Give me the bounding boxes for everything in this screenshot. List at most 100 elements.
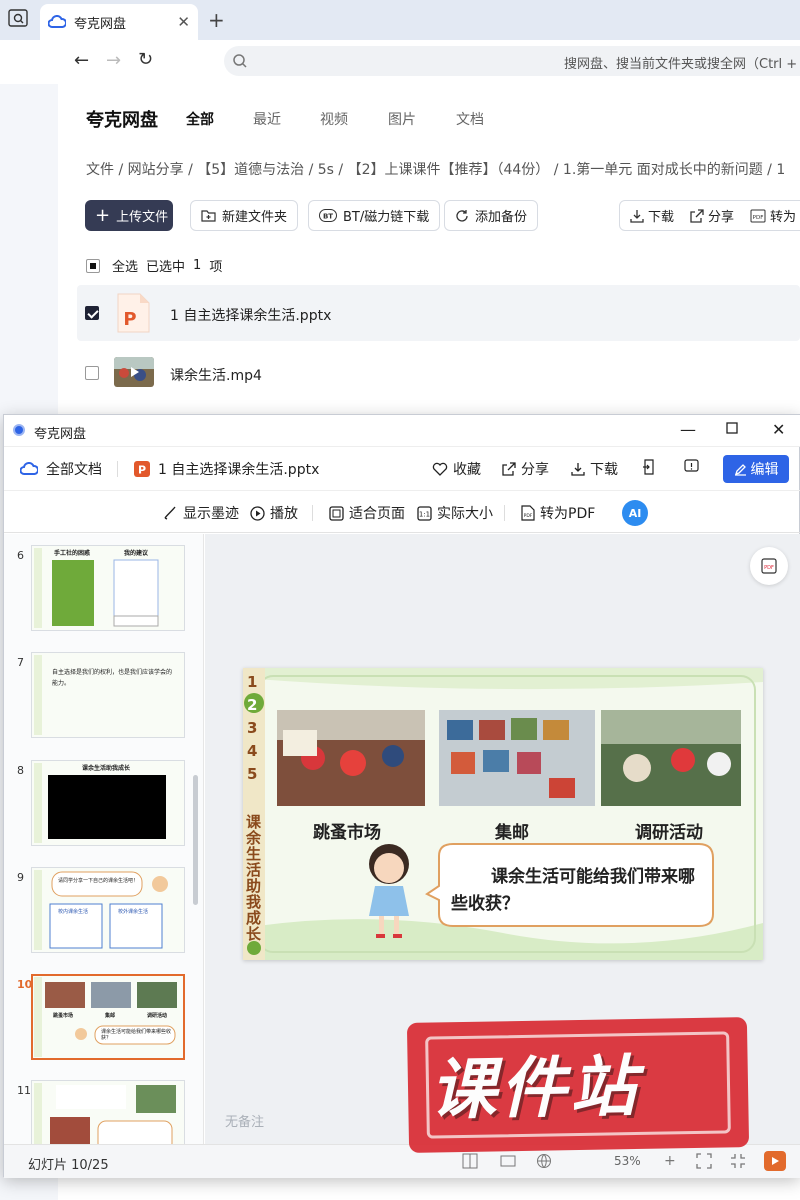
new-folder-label: 新建文件夹 <box>222 210 288 225</box>
tab-document[interactable]: 文档 <box>456 109 484 129</box>
breadcrumb[interactable]: 文件 / 网站分享 / 【5】道德与法治 / 5s / 【2】上课课件【推荐】（… <box>86 159 785 179</box>
search-input[interactable]: 搜网盘、搜当前文件夹或搜全网（Ctrl + F <box>224 46 800 76</box>
file-row[interactable]: P 1 自主选择课余生活.pptx <box>77 285 800 341</box>
file-name[interactable]: 1 自主选择课余生活.pptx <box>170 305 331 325</box>
all-docs-label: 全部文档 <box>46 462 102 478</box>
upload-button[interactable]: + 上传文件 <box>85 200 173 231</box>
convert-pdf-button[interactable]: PDF 转为 <box>750 206 796 225</box>
divider <box>312 505 313 521</box>
svg-text:PDF: PDF <box>764 565 774 571</box>
back-arrow-icon[interactable]: ← <box>74 50 89 71</box>
search-placeholder: 搜网盘、搜当前文件夹或搜全网（Ctrl + F <box>564 57 800 72</box>
slide-side-number: 4 <box>247 742 258 760</box>
play-button[interactable]: 播放 <box>250 503 298 523</box>
video-thumbnail <box>114 357 154 387</box>
share-button[interactable]: 分享 <box>690 206 734 225</box>
slide-thumbnail-active[interactable]: 跳蚤市场 集邮 调研活动 课余生活可能给我们带来哪些收获？ <box>31 974 185 1060</box>
selection-actions: 下载 分享 PDF 转为 <box>619 200 800 231</box>
play-icon <box>250 505 265 521</box>
play-label: 播放 <box>270 506 298 522</box>
grid-view-icon[interactable] <box>462 1153 478 1169</box>
present-icon[interactable] <box>764 1151 786 1171</box>
actual-size-button[interactable]: 1:1 实际大小 <box>417 503 493 523</box>
feedback-icon[interactable] <box>684 459 699 474</box>
window-search-icon[interactable] <box>8 9 28 27</box>
tab-all[interactable]: 全部 <box>186 109 214 129</box>
slide-side-number: 5 <box>247 765 258 783</box>
bt-icon: BT <box>319 209 337 222</box>
slide-thumbnail[interactable]: 手工社的困惑 我的建议 <box>31 545 185 631</box>
edit-button[interactable]: 编辑 <box>723 455 789 483</box>
open-external-icon[interactable] <box>642 459 656 475</box>
forward-arrow-icon[interactable]: → <box>106 50 121 71</box>
bt-download-button[interactable]: BT BT/磁力链下载 <box>308 200 441 231</box>
share-button[interactable]: 分享 <box>502 459 549 479</box>
browser-tab[interactable]: 夸克网盘 ✕ <box>40 4 198 40</box>
pdf-icon: PDF <box>521 505 535 521</box>
add-backup-button[interactable]: 添加备份 <box>444 200 539 231</box>
close-tab-icon[interactable]: ✕ <box>177 13 190 31</box>
browser-tab-bar: 夸克网盘 ✕ + <box>0 0 800 40</box>
globe-icon[interactable] <box>536 1153 552 1169</box>
show-ink-button[interactable]: 显示墨迹 <box>162 503 239 523</box>
file-name[interactable]: 课余生活.mp4 <box>170 365 262 385</box>
all-documents-link[interactable]: 全部文档 <box>20 459 102 479</box>
ai-assistant-button[interactable]: AI <box>622 500 648 526</box>
zoom-level[interactable]: 53% <box>614 1154 641 1168</box>
convert-pdf-label: 转为PDF <box>540 506 596 522</box>
pencil-icon <box>734 463 747 476</box>
fit-page-button[interactable]: 适合页面 <box>329 503 405 523</box>
edit-label: 编辑 <box>750 462 779 478</box>
select-all-checkbox[interactable] <box>86 258 100 273</box>
pdf-export-icon[interactable]: PDF <box>750 547 788 585</box>
pptx-icon: P <box>134 461 150 477</box>
slide-view-icon[interactable] <box>500 1153 516 1169</box>
file-checkbox[interactable] <box>85 306 99 320</box>
watermark-text: 课件站 <box>429 1047 641 1129</box>
new-tab-icon[interactable]: + <box>208 8 225 32</box>
current-slide: 1 2 3 4 5 课余生活助我成长 跳蚤市场 集邮 调研活动 课余生活可能给我… <box>243 668 763 960</box>
thumbnail-title: 课余生活助我成长 <box>82 765 131 772</box>
photo-label: 跳蚤市场 <box>313 823 381 843</box>
cloud-icon <box>20 462 38 476</box>
new-folder-button[interactable]: 新建文件夹 <box>190 200 299 231</box>
zoom-in-icon[interactable]: + <box>664 1153 676 1169</box>
thumbnail-number: 8 <box>17 764 24 777</box>
slide-side-number: 3 <box>247 719 258 737</box>
slide-thumbnail[interactable]: 课余生活助我成长 <box>31 760 185 846</box>
reload-icon[interactable]: ↻ <box>138 49 153 70</box>
thumbnail-label: 校内课余生活 <box>58 909 89 915</box>
maximize-icon[interactable] <box>726 422 738 434</box>
search-icon <box>232 53 248 69</box>
slide-thumbnail[interactable] <box>31 1080 185 1144</box>
tab-video[interactable]: 视频 <box>320 109 348 129</box>
tab-recent[interactable]: 最近 <box>253 109 281 129</box>
file-checkbox[interactable] <box>85 366 99 380</box>
fullscreen-icon[interactable] <box>696 1153 712 1169</box>
minimize-icon[interactable]: — <box>680 420 696 439</box>
viewer-titlebar: 夸克网盘 — ✕ <box>4 415 800 447</box>
selected-unit: 项 <box>209 260 223 275</box>
viewer-toolbar: 显示墨迹 播放 适合页面 1:1 实际大小 PDF 转为PDF AI <box>4 491 800 533</box>
slide-thumbnail[interactable]: 请同学分享一下自己的课余生活吧！ 校内课余生活 校外课余生活 <box>31 867 185 953</box>
selection-row: 全选 已选中 1 项 <box>86 256 222 275</box>
select-all-label[interactable]: 全选 <box>112 256 138 275</box>
tab-image[interactable]: 图片 <box>388 109 416 129</box>
bt-label: BT/磁力链下载 <box>343 210 430 225</box>
pptx-file-icon: P <box>115 293 151 333</box>
favorite-button[interactable]: 收藏 <box>432 459 481 479</box>
download-button[interactable]: 下载 <box>630 206 674 225</box>
thumbnail-number: 6 <box>17 549 24 562</box>
close-window-icon[interactable]: ✕ <box>772 420 785 439</box>
bubble-text: 课余生活可能给我们带来哪些收获？ <box>451 867 695 914</box>
thumbnail-number: 7 <box>17 656 24 669</box>
watermark-stamp: 课件站 <box>406 1017 750 1153</box>
plus-icon: + <box>95 204 111 226</box>
notes-placeholder[interactable]: 无备注 <box>225 1111 264 1130</box>
file-row[interactable]: 课余生活.mp4 <box>77 345 800 401</box>
slide-thumbnail[interactable]: 自主选择是我们的权利，也是我们应该学会的能力。 <box>31 652 185 738</box>
convert-pdf-button[interactable]: PDF 转为PDF <box>521 503 595 523</box>
thumbnail-scrollbar[interactable] <box>193 775 198 905</box>
download-button[interactable]: 下载 <box>571 459 618 479</box>
exit-fullscreen-icon[interactable] <box>730 1153 746 1169</box>
